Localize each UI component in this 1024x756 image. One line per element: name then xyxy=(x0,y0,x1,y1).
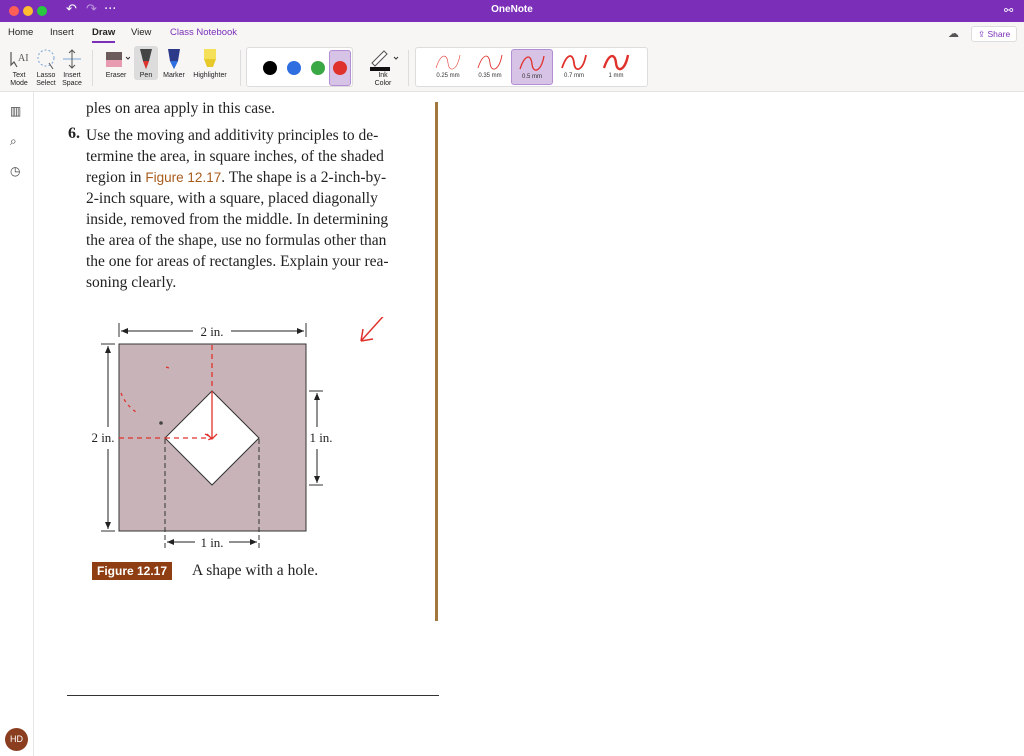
text-mode-icon: AI xyxy=(6,46,32,72)
notebooks-icon[interactable]: ▥ xyxy=(10,104,21,118)
text-mode-label-2: Mode xyxy=(10,80,28,87)
link-icon[interactable]: ⚯ xyxy=(1004,4,1013,17)
text-line: the one for areas of rectangles. Explain… xyxy=(86,253,389,270)
eraser-tool[interactable]: Eraser xyxy=(100,46,132,80)
highlighter-icon xyxy=(189,46,231,72)
marker-label: Marker xyxy=(163,72,185,79)
lasso-label-1: Lasso xyxy=(36,72,56,79)
lasso-select-tool[interactable]: Lasso Select xyxy=(33,46,59,88)
text-line: soning clearly. xyxy=(86,274,177,291)
ink-color-tool[interactable]: Ink Color xyxy=(364,46,402,88)
ink-color-icon xyxy=(364,46,402,72)
color-swatch-blue[interactable] xyxy=(287,61,301,75)
figure-label-badge: Figure 12.17 xyxy=(92,562,173,580)
page-canvas[interactable]: ples on area apply in this case. 6. Use … xyxy=(35,92,1024,756)
eraser-label: Eraser xyxy=(105,72,127,79)
marker-tool[interactable]: Marker xyxy=(161,46,187,80)
ribbon-tabs: Home Insert Draw View Class Notebook xyxy=(0,22,1024,44)
top-dimension-label: 2 in. xyxy=(200,324,223,339)
lasso-icon xyxy=(33,46,59,72)
red-pointer-arrow xyxy=(360,317,384,342)
text-line: the area of the shape, use no formulas o… xyxy=(86,232,387,249)
eraser-icon xyxy=(100,46,132,72)
page-divider xyxy=(435,102,438,621)
stroke-preview-icon xyxy=(519,55,545,71)
text-mode-label-1: Text xyxy=(12,72,26,79)
problem-number: 6. xyxy=(68,125,80,142)
toolbar-separator xyxy=(408,50,409,86)
onenote-window: ↶ ↷ ··· OneNote ⚯ Home Insert Draw View … xyxy=(0,0,1024,756)
insert-space-label-1: Insert xyxy=(63,72,81,79)
text-mode-tool[interactable]: AI Text Mode xyxy=(6,46,32,88)
footer-rule xyxy=(67,695,439,696)
insert-space-tool[interactable]: Insert Space xyxy=(59,46,85,88)
tab-draw[interactable]: Draw xyxy=(92,27,116,43)
tab-home[interactable]: Home xyxy=(8,27,33,38)
share-icon: ⇪ xyxy=(978,29,986,39)
thickness-label: 0.35 mm xyxy=(478,73,502,79)
thickness-label: 0.25 mm xyxy=(436,73,460,79)
share-label: Share xyxy=(987,29,1011,39)
pen-thickness-palette: 0.25 mm 0.35 mm 0.5 mm 0.7 mm 1 mm xyxy=(415,47,648,87)
text-line: termine the area, in square inches, of t… xyxy=(86,148,384,165)
stroke-preview-icon xyxy=(435,54,461,70)
stroke-preview-icon xyxy=(602,54,630,71)
insert-space-label-2: Space xyxy=(62,80,82,87)
text-fragment: region in xyxy=(86,169,146,186)
bottom-dimension-label: 1 in. xyxy=(200,535,223,550)
highlighter-label: Highlighter xyxy=(193,72,227,79)
thickness-option-0-7[interactable]: 0.7 mm xyxy=(553,49,595,85)
ink-color-label-1: Ink xyxy=(378,72,388,79)
lasso-label-2: Select xyxy=(36,80,56,87)
figure-caption: A shape with a hole. xyxy=(192,562,319,579)
title-bar: ↶ ↷ ··· OneNote ⚯ xyxy=(0,0,1024,22)
text-fragment: . The shape is a 2-inch-by- xyxy=(221,169,387,186)
share-button[interactable]: ⇪ Share xyxy=(971,26,1017,42)
figure-reference-link[interactable]: Figure 12.17 xyxy=(145,170,221,185)
color-swatch-red[interactable] xyxy=(333,61,347,75)
ink-color-label-2: Color xyxy=(374,80,392,87)
text-line: inside, removed from the middle. In dete… xyxy=(86,211,389,228)
search-icon[interactable]: ⌕ xyxy=(10,134,17,149)
avatar[interactable]: HD xyxy=(5,728,28,751)
toolbar-separator xyxy=(92,50,93,86)
svg-text:AI: AI xyxy=(18,53,29,64)
pen-tool[interactable]: Pen xyxy=(134,46,158,80)
recent-icon[interactable]: ◷ xyxy=(10,164,20,178)
figure-12-17-diagram: 2 in. 2 in. 1 in. 1 in. xyxy=(89,317,384,550)
sync-status-icon[interactable]: ☁ xyxy=(948,27,959,40)
text-line: region in Figure 12.17. The shape is a 2… xyxy=(86,167,386,188)
color-swatch-black[interactable] xyxy=(263,61,277,75)
left-dimension-label: 2 in. xyxy=(91,430,114,445)
thickness-label: 0.7 mm xyxy=(563,73,584,79)
thickness-option-0-25[interactable]: 0.25 mm xyxy=(427,49,469,85)
thickness-option-0-35[interactable]: 0.35 mm xyxy=(469,49,511,85)
right-dimension-label: 1 in. xyxy=(309,430,332,445)
marker-icon xyxy=(161,46,187,72)
thickness-option-0-5[interactable]: 0.5 mm xyxy=(511,49,553,85)
pen-label: Pen xyxy=(139,72,153,79)
pen-icon xyxy=(134,46,158,72)
text-line: 2-inch square, with a square, placed dia… xyxy=(86,190,378,207)
text-line: ples on area apply in this case. xyxy=(86,100,275,117)
toolbar-separator xyxy=(240,50,241,86)
stroke-preview-icon xyxy=(561,54,587,70)
thickness-label: 0.5 mm xyxy=(521,74,542,80)
tab-view[interactable]: View xyxy=(131,27,151,38)
highlighter-tool[interactable]: Highlighter xyxy=(189,46,231,80)
insert-space-icon xyxy=(59,46,85,72)
text-line: Use the moving and additivity principles… xyxy=(86,127,379,144)
thickness-option-1[interactable]: 1 mm xyxy=(595,49,637,85)
draw-toolbar: AI Text Mode Lasso Select Insert Space E… xyxy=(0,44,1024,92)
left-navigation: ▥ ⌕ ◷ HD xyxy=(0,92,34,756)
tab-class-notebook[interactable]: Class Notebook xyxy=(170,27,237,38)
color-swatch-green[interactable] xyxy=(311,61,325,75)
thickness-label: 1 mm xyxy=(608,73,624,79)
window-title: OneNote xyxy=(491,4,533,15)
pen-color-palette xyxy=(246,47,353,87)
tab-insert[interactable]: Insert xyxy=(50,27,74,38)
stroke-preview-icon xyxy=(477,54,503,70)
